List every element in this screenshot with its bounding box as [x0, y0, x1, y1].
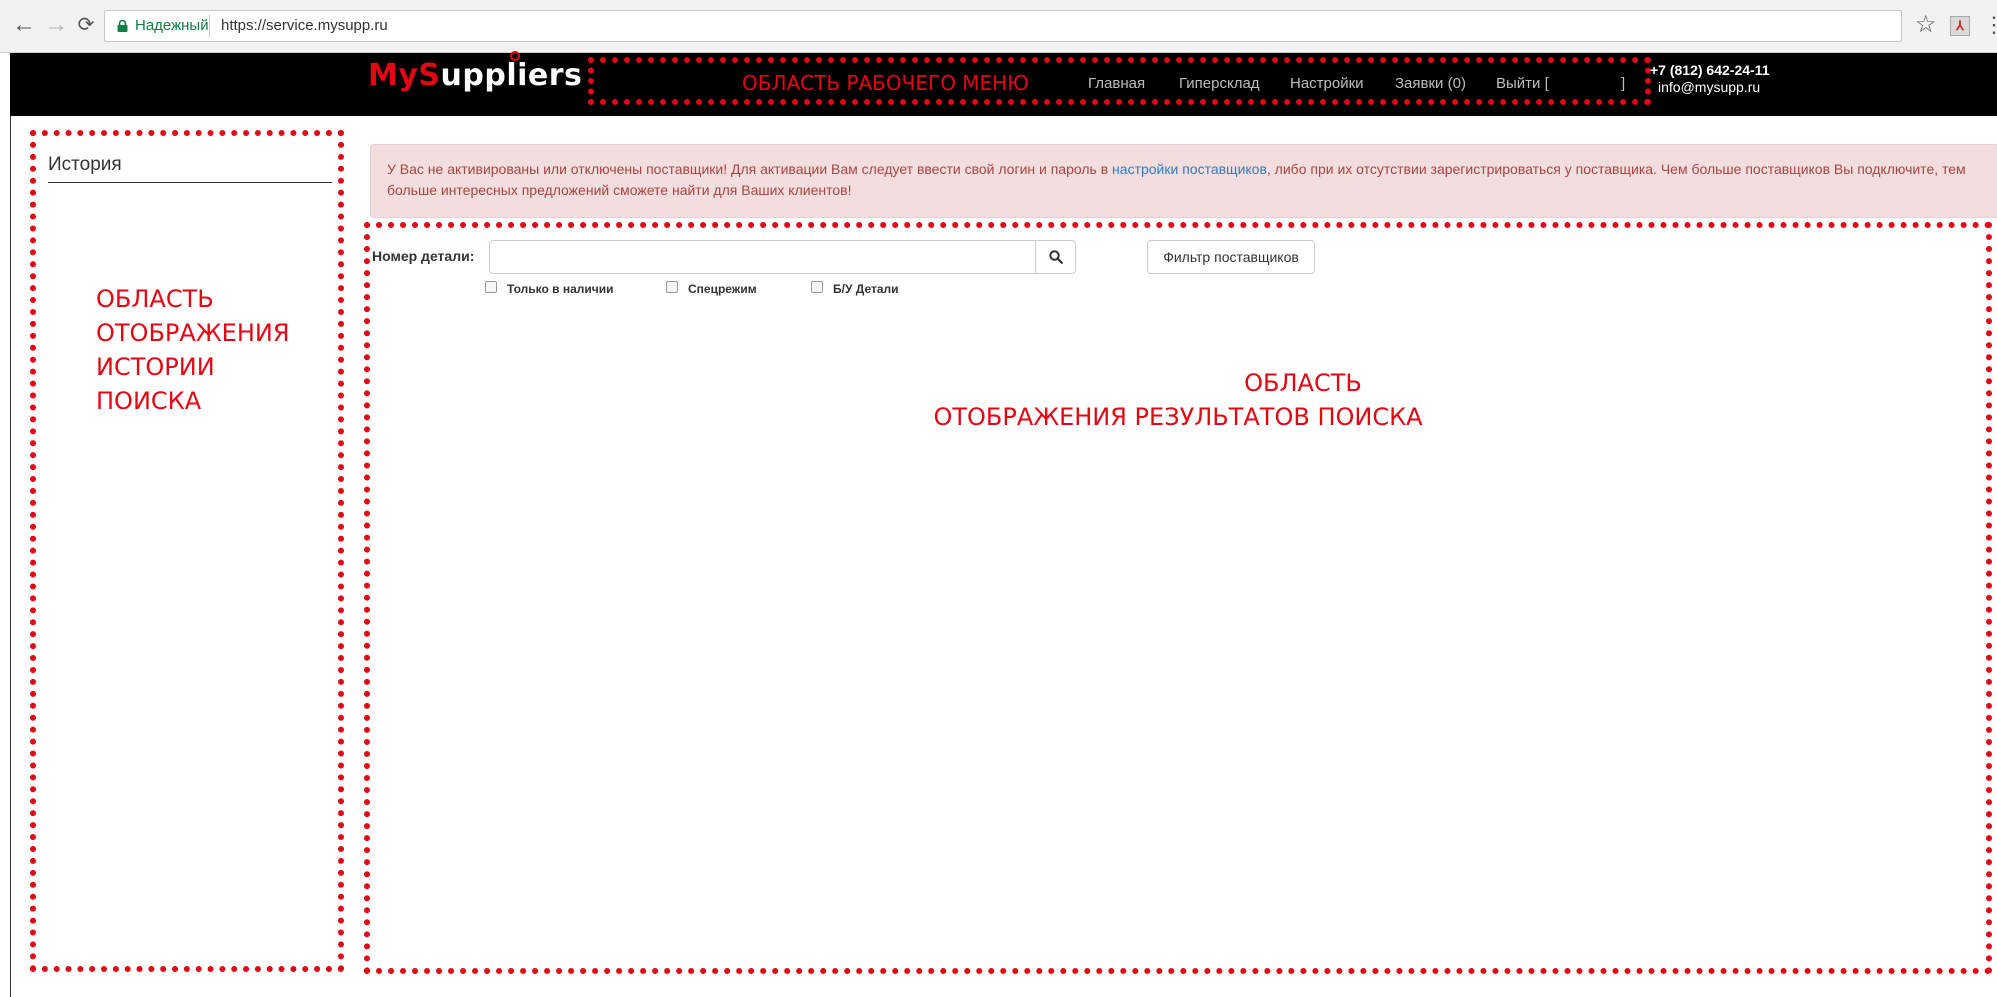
search-icon — [1049, 250, 1063, 264]
logo-s: S — [418, 58, 441, 93]
search-button[interactable] — [1035, 240, 1076, 274]
menu-item-logout-close: ] — [1621, 75, 1626, 92]
annotation-line: ПОИСКА — [96, 387, 202, 415]
checkbox-label: Б/У Детали — [833, 282, 899, 296]
reload-icon[interactable]: ⟳ — [74, 10, 98, 40]
phone: +7 (812) 642-24-11 — [1650, 62, 1770, 78]
annotation-line: ОТОБРАЖЕНИЯ — [96, 319, 290, 347]
menu-item-hyperwarehouse[interactable]: Гиперсклад — [1179, 75, 1260, 92]
suppliers-alert: У Вас не активированы или отключены пост… — [370, 144, 1997, 218]
results-area-annotation: ОБЛАСТЬ ОТОБРАЖЕНИЯ РЕЗУЛЬТАТОВ ПОИСКА — [370, 366, 1986, 434]
page-frame-left — [10, 116, 11, 997]
checkbox-box[interactable] — [485, 281, 497, 293]
url-text[interactable]: https://service.mysupp.ru — [221, 17, 388, 34]
contact-info: +7 (812) 642-24-11 info@mysupp.ru — [1650, 62, 1769, 96]
email[interactable]: info@mysupp.ru — [1650, 79, 1769, 96]
logo-rest: uppliers — [440, 58, 583, 93]
menu-item-settings[interactable]: Настройки — [1290, 75, 1364, 92]
logo-my: My — [368, 58, 419, 93]
star-icon[interactable]: ☆ — [1915, 12, 1937, 38]
logo-ring-icon — [510, 51, 520, 61]
menu-area-annotation: ОБЛАСТЬ РАБОЧЕГО МЕНЮ — [742, 71, 1029, 95]
checkbox-label: Спецрежим — [688, 282, 757, 296]
back-icon[interactable]: ← — [12, 10, 36, 40]
pdf-extension-icon[interactable]: ⅄ — [1950, 16, 1970, 36]
logo[interactable]: MySuppliers — [368, 51, 583, 93]
search-history-area: История ОБЛАСТЬ ОТОБРАЖЕНИЯ ИСТОРИИ ПОИС… — [30, 130, 344, 972]
browser-toolbar: ← → ⟳ Надежный https://service.mysupp.ru… — [0, 0, 1997, 53]
annotation-line: ОБЛАСТЬ — [1244, 369, 1362, 397]
part-number-label: Номер детали: — [372, 248, 475, 264]
checkbox-label: Только в наличии — [507, 282, 614, 296]
address-bar[interactable]: Надежный https://service.mysupp.ru — [104, 10, 1902, 42]
alert-text: У Вас не активированы или отключены пост… — [387, 161, 1113, 177]
menu-item-home[interactable]: Главная — [1088, 75, 1145, 92]
checkbox-box[interactable] — [666, 281, 678, 293]
annotation-line: ОТОБРАЖЕНИЯ РЕЗУЛЬТАТОВ ПОИСКА — [933, 403, 1423, 431]
menu-icon[interactable]: ⋮ — [1983, 12, 1997, 38]
part-number-input[interactable] — [489, 240, 1036, 274]
forward-icon[interactable]: → — [44, 10, 68, 40]
secure-label: Надежный — [135, 17, 209, 34]
work-menu-area: ОБЛАСТЬ РАБОЧЕГО МЕНЮ Главная Гиперсклад… — [588, 57, 1651, 105]
menu-item-logout[interactable]: Выйти [ — [1496, 75, 1549, 92]
site-header: MySuppliers ОБЛАСТЬ РАБОЧЕГО МЕНЮ Главна… — [10, 51, 1997, 116]
lock-icon — [117, 20, 128, 32]
annotation-line: ИСТОРИИ — [96, 353, 215, 381]
checkbox-box[interactable] — [811, 281, 823, 293]
history-title: История — [48, 154, 122, 175]
omnibox-divider — [209, 15, 210, 37]
supplier-filter-button[interactable]: Фильтр поставщиков — [1147, 240, 1315, 274]
history-divider — [48, 182, 332, 183]
history-area-annotation: ОБЛАСТЬ ОТОБРАЖЕНИЯ ИСТОРИИ ПОИСКА — [96, 282, 290, 418]
menu-item-requests[interactable]: Заявки (0) — [1395, 75, 1466, 92]
supplier-settings-link[interactable]: настройки поставщиков — [1112, 161, 1267, 177]
search-results-area: Номер детали: Фильтр поставщиков Только … — [364, 222, 1992, 974]
annotation-line: ОБЛАСТЬ — [96, 285, 214, 313]
